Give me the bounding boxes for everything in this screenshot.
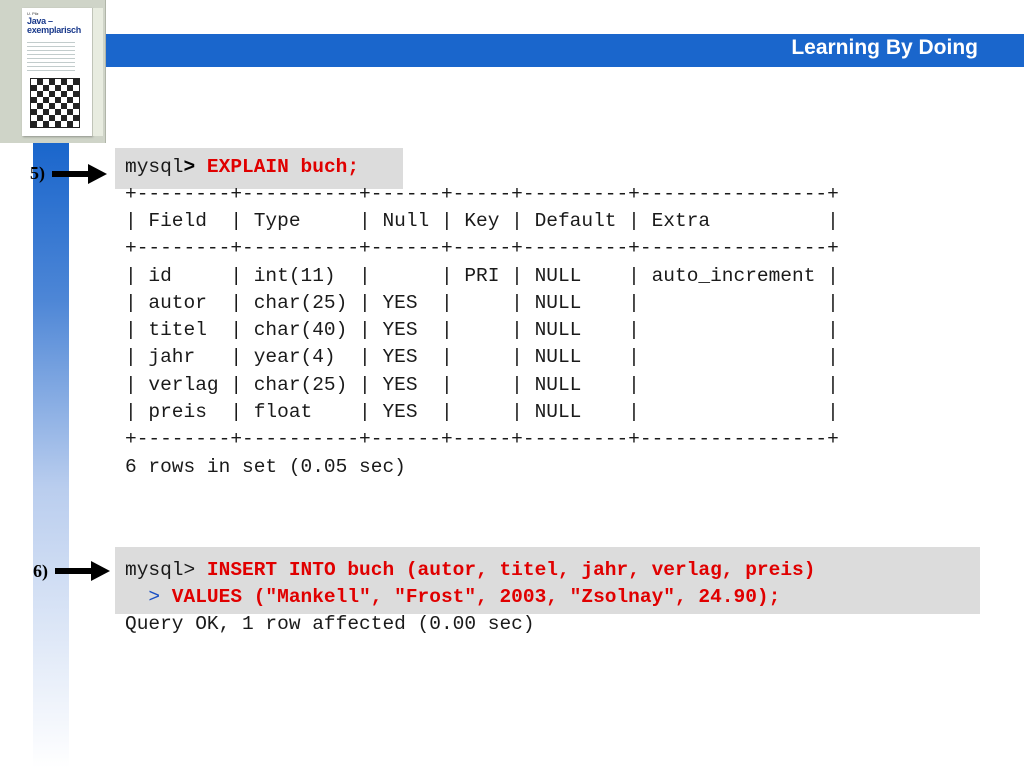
table-row: | id | int(11) | | PRI | NULL | auto_inc… [125, 265, 839, 287]
header-title: Learning By Doing [791, 36, 978, 59]
prompt-gt: > [183, 156, 196, 178]
table-row: | preis | float | YES | | NULL | | [125, 401, 839, 423]
table-header-row: | Field | Type | Null | Key | Default | … [125, 210, 839, 232]
book-front: U. Pilz Java – exemplarisch [22, 8, 92, 136]
arrow-right-icon [52, 164, 107, 184]
table-row: | titel | char(40) | YES | | NULL | | [125, 319, 839, 341]
step-label-5: 5) [30, 163, 45, 183]
mysql-prompt: mysql [125, 156, 184, 178]
continuation-prompt: > [125, 586, 161, 608]
insert-command-line2: > VALUES ("Mankell", "Frost", 2003, "Zso… [125, 584, 780, 611]
explain-command: EXPLAIN buch; [195, 156, 360, 178]
mysql-prompt: mysql> [125, 559, 196, 581]
insert-command-line1: mysql> INSERT INTO buch (autor, titel, j… [125, 557, 815, 584]
arrow-right-icon [55, 561, 110, 581]
insert-result-summary: Query OK, 1 row affected (0.00 sec) [125, 613, 535, 635]
table-row: | jahr | year(4) | YES | | NULL | | [125, 346, 839, 368]
book-text-lines [27, 42, 75, 72]
table-row: | verlag | char(25) | YES | | NULL | | [125, 374, 839, 396]
step-label-6: 6) [33, 561, 48, 581]
explain-command-line: mysql> EXPLAIN buch; [125, 154, 359, 181]
explain-result-summary: 6 rows in set (0.05 sec) [125, 456, 406, 478]
table-border-top: +--------+----------+------+-----+------… [125, 183, 839, 205]
values-command: VALUES ("Mankell", "Frost", 2003, "Zsoln… [160, 586, 781, 608]
insert-command: INSERT INTO buch (autor, titel, jahr, ve… [195, 559, 816, 581]
table-border-header: +--------+----------+------+-----+------… [125, 237, 839, 259]
side-strip [33, 143, 69, 768]
book-title: Java – exemplarisch [27, 17, 81, 35]
book-title-line2: exemplarisch [27, 25, 81, 35]
chessboard-image [30, 78, 80, 128]
book-cover-image: U. Pilz Java – exemplarisch [0, 0, 106, 143]
table-border-bottom: +--------+----------+------+-----+------… [125, 428, 839, 450]
table-row: | autor | char(25) | YES | | NULL | | [125, 292, 839, 314]
book-spine [92, 8, 103, 136]
